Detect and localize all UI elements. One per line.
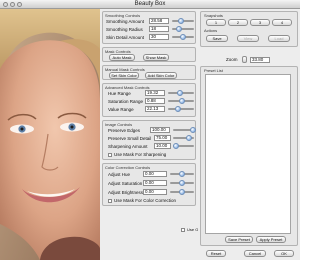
advanced-mask-controls-label: Advanced Mask Controls [105, 85, 150, 90]
smoothing-amount-field[interactable]: 28.58 [149, 18, 169, 24]
preserve-edges-knob[interactable] [189, 127, 196, 133]
preserve-small-detail-knob[interactable] [185, 135, 192, 141]
smoothing-radius-field[interactable]: 18 [149, 26, 169, 32]
preset-list[interactable] [205, 74, 291, 234]
adjust-hue-knob[interactable] [179, 171, 185, 177]
adjust-saturation-knob[interactable] [179, 180, 185, 186]
use-mask-for-sharpening-checkbox[interactable] [108, 153, 112, 157]
value-range-label: Value Range [108, 107, 134, 112]
mask-controls-group: Mask Controls Auto Mask Show Mask [102, 47, 196, 62]
snapshot-3-button[interactable]: 3 [250, 19, 270, 26]
use-mask-for-sharpening-label: Use Mask For Sharpening [114, 152, 167, 157]
zoom-field[interactable]: 33.80 [250, 57, 270, 63]
adjust-brightness-knob[interactable] [179, 189, 185, 195]
snapshots-label: Snapshots [204, 13, 223, 18]
sharpening-amount-label: Sharpening Amount [108, 144, 148, 149]
zoom-stepper[interactable] [242, 56, 247, 63]
image-controls-group: Image Controls Preserve Edges 100.00 Pre… [102, 120, 196, 160]
saturation-range-knob[interactable] [179, 98, 186, 104]
controls-panel: Smoothing Controls Smoothing Amount 28.5… [100, 9, 204, 260]
preset-list-label: Preset List [204, 68, 223, 73]
apply-preset-button[interactable]: Apply Preset [256, 236, 286, 243]
snapshot-1-button[interactable]: 1 [206, 19, 226, 26]
value-range-field[interactable]: 22.13 [145, 106, 165, 112]
snapshots-group: Snapshots 1 2 3 4 Actions Save View Load [200, 11, 298, 47]
smoothing-amount-label: Smoothing Amount [106, 19, 145, 24]
adjust-hue-label: Adjust Hue [108, 172, 131, 177]
actions-label: Actions [204, 28, 218, 33]
preserve-edges-field[interactable]: 100.00 [150, 127, 170, 133]
adjust-brightness-label: Adjust Brightness [108, 190, 144, 195]
set-skin-color-button[interactable]: Set Skin Color [109, 72, 139, 79]
saturation-range-label: Saturation Range [108, 99, 144, 104]
hue-range-field[interactable]: 19.32 [145, 90, 165, 96]
color-correction-controls-label: Color Correction Controls [105, 165, 151, 170]
value-range-knob[interactable] [175, 106, 182, 112]
adjust-hue-field[interactable]: 0.00 [143, 171, 167, 177]
preserve-small-detail-field[interactable]: 75.00 [154, 135, 171, 141]
image-controls-label: Image Controls [105, 122, 133, 127]
title-bar: Beauty Box [0, 0, 300, 9]
preview-image [0, 9, 100, 260]
preserve-small-detail-label: Preserve Small Detail [108, 136, 152, 141]
skin-detail-amount-knob[interactable] [180, 34, 186, 40]
beauty-box-window: Beauty Box Smoothing Controls Smoothing … [0, 0, 300, 260]
skin-detail-amount-field[interactable]: 30 [149, 34, 169, 40]
smoothing-amount-knob[interactable] [177, 18, 184, 24]
adjust-saturation-label: Adjust Saturation [108, 181, 143, 186]
adjust-saturation-field[interactable]: 0.00 [143, 180, 167, 186]
skin-detail-amount-label: Skin Detail Amount [106, 35, 145, 40]
color-correction-controls-group: Color Correction Controls Adjust Hue 0.0… [102, 163, 196, 206]
reset-button[interactable]: Reset [206, 250, 226, 257]
adjust-brightness-field[interactable]: 0.00 [143, 189, 167, 195]
window-title: Beauty Box [134, 1, 166, 7]
zoom-label: Zoom [226, 57, 238, 62]
use-gpu-checkbox[interactable] [181, 228, 185, 232]
snapshot-2-button[interactable]: 2 [228, 19, 248, 26]
show-mask-button[interactable]: Show Mask [143, 54, 169, 61]
snapshot-4-button[interactable]: 4 [272, 19, 292, 26]
use-mask-for-color-correction-checkbox[interactable] [108, 199, 112, 203]
auto-mask-button[interactable]: Auto Mask [109, 54, 135, 61]
ok-button[interactable]: OK [274, 250, 294, 257]
save-preset-button[interactable]: Save Preset [225, 236, 253, 243]
saturation-range-field[interactable]: 0.88 [145, 98, 165, 104]
preset-list-group: Preset List Save Preset Apply Preset [200, 66, 298, 246]
hue-range-label: Hue Range [108, 91, 131, 96]
portrait-photo [0, 9, 100, 260]
sharpening-amount-field[interactable]: 10.00 [154, 143, 171, 149]
advanced-mask-controls-group: Advanced Mask Controls Hue Range 19.32 S… [102, 83, 196, 117]
sharpening-amount-knob[interactable] [173, 143, 180, 149]
presets-sidebar: Snapshots 1 2 3 4 Actions Save View Load… [198, 9, 300, 260]
smoothing-radius-label: Smoothing Radius [106, 27, 143, 32]
cancel-button[interactable]: Cancel [244, 250, 266, 257]
view-snapshot-button[interactable]: View [237, 35, 259, 42]
add-skin-color-button[interactable]: Add Skin Color [145, 72, 177, 79]
manual-mask-controls-group: Manual Mask Controls Set Skin Color Add … [102, 65, 196, 80]
save-snapshot-button[interactable]: Save [206, 35, 228, 42]
smoothing-radius-knob[interactable] [176, 26, 183, 32]
smoothing-controls-group: Smoothing Controls Smoothing Amount 28.5… [102, 11, 196, 44]
load-snapshot-button[interactable]: Load [268, 35, 290, 42]
hue-range-knob[interactable] [176, 90, 183, 96]
smoothing-controls-label: Smoothing Controls [105, 13, 141, 18]
preserve-edges-label: Preserve Edges [108, 128, 141, 133]
use-mask-for-color-correction-label: Use Mask For Color Correction [114, 198, 177, 203]
